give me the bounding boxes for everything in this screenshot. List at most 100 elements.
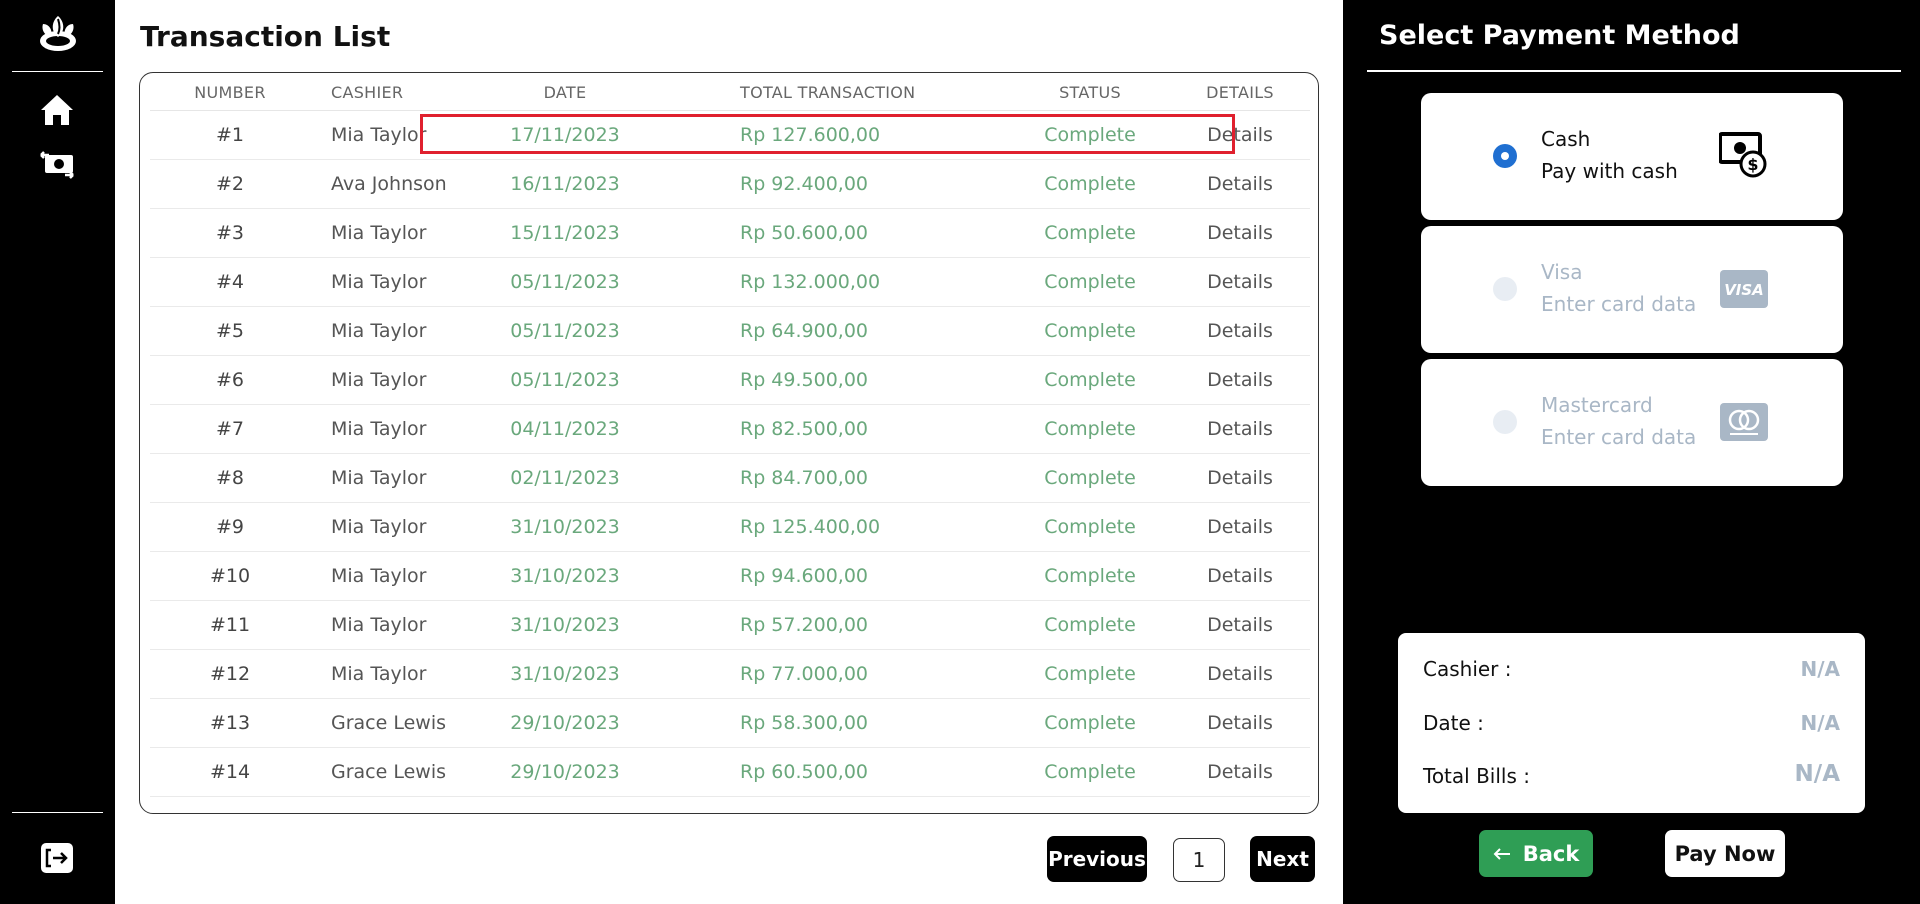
row-details-link[interactable]: Details <box>1170 565 1310 587</box>
table-row[interactable]: #5 Mia Taylor 05/11/2023 Rp 64.900,00 Comple… <box>150 307 1310 356</box>
next-button[interactable]: Next <box>1250 836 1315 882</box>
row-details-link[interactable]: Details <box>1170 712 1310 734</box>
mastercard-radio[interactable] <box>1493 410 1517 434</box>
visa-icon: VISA <box>1719 262 1769 316</box>
row-status: Complete <box>1044 761 1136 783</box>
row-details-link[interactable]: Details <box>1170 418 1310 440</box>
total-bills-label: Total Bills : <box>1423 764 1530 788</box>
row-cashier: Mia Taylor <box>331 663 427 685</box>
row-details-link[interactable]: Details <box>1170 369 1310 391</box>
row-status: Complete <box>1044 712 1136 734</box>
row-cashier: Mia Taylor <box>331 320 427 342</box>
date-value: N/A <box>1800 711 1840 735</box>
row-number: #7 <box>215 418 244 440</box>
column-header-number: NUMBER <box>194 83 266 102</box>
table-row[interactable]: #10 Mia Taylor 31/10/2023 Rp 94.600,00 Compl… <box>150 552 1310 601</box>
row-total: Rp 60.500,00 <box>740 761 868 783</box>
row-status: Complete <box>1044 516 1136 538</box>
column-header-total: TOTAL TRANSACTION <box>740 83 916 102</box>
table-row[interactable]: #9 Mia Taylor 31/10/2023 Rp 125.400,00 Compl… <box>150 503 1310 552</box>
back-button[interactable]: Back <box>1479 830 1593 877</box>
payment-method-mastercard[interactable]: Mastercard Enter card data <box>1421 359 1843 486</box>
column-header-details: DETAILS <box>1206 83 1274 102</box>
row-number: #10 <box>209 565 251 587</box>
table-row[interactable]: #8 Mia Taylor 02/11/2023 Rp 84.700,00 Comple… <box>150 454 1310 503</box>
payment-method-visa[interactable]: Visa Enter card data VISA <box>1421 226 1843 353</box>
cashier-label: Cashier : <box>1423 657 1512 681</box>
row-date: 31/10/2023 <box>510 565 620 587</box>
table-row[interactable]: #2 Ava Johnson 16/11/2023 Rp 92.400,00 Compl… <box>150 160 1310 209</box>
row-details-link[interactable]: Details <box>1170 467 1310 489</box>
row-date: 31/10/2023 <box>510 663 620 685</box>
row-number: #2 <box>215 173 244 195</box>
row-status: Complete <box>1044 271 1136 293</box>
row-date: 04/11/2023 <box>510 418 620 440</box>
row-number: #5 <box>215 320 244 342</box>
table-row[interactable]: #13 Grace Lewis 29/10/2023 Rp 58.300,00 Comp… <box>150 699 1310 748</box>
table-row[interactable]: #12 Mia Taylor 31/10/2023 Rp 77.000,00 Compl… <box>150 650 1310 699</box>
payment-method-name: Visa <box>1541 260 1583 284</box>
row-total: Rp 64.900,00 <box>740 320 868 342</box>
back-label: Back <box>1522 841 1580 866</box>
table-row[interactable]: #11 Mia Taylor 31/10/2023 Rp 57.200,00 Compl… <box>150 601 1310 650</box>
row-cashier: Mia Taylor <box>331 614 427 636</box>
column-header-date: DATE <box>543 83 587 102</box>
payment-summary: Cashier : N/A Date : N/A Total Bills : N… <box>1398 633 1865 813</box>
mastercard-icon <box>1719 395 1769 449</box>
row-cashier: Mia Taylor <box>331 124 427 146</box>
row-status: Complete <box>1044 663 1136 685</box>
row-cashier: Mia Taylor <box>331 271 427 293</box>
row-date: 29/10/2023 <box>510 712 620 734</box>
table-row[interactable]: #6 Mia Taylor 05/11/2023 Rp 49.500,00 Comple… <box>150 356 1310 405</box>
cashier-value: N/A <box>1800 657 1840 681</box>
row-date: 05/11/2023 <box>510 320 620 342</box>
total-bills-value: N/A <box>1794 761 1840 787</box>
date-label: Date : <box>1423 711 1484 735</box>
table-row[interactable]: #4 Mia Taylor 05/11/2023 Rp 132.000,00 Compl… <box>150 258 1310 307</box>
row-date: 31/10/2023 <box>510 516 620 538</box>
row-status: Complete <box>1044 467 1136 489</box>
row-date: 17/11/2023 <box>510 124 620 146</box>
row-details-link[interactable]: Details <box>1170 124 1310 146</box>
row-cashier: Mia Taylor <box>331 418 427 440</box>
logout-icon[interactable] <box>36 838 78 878</box>
row-total: Rp 125.400,00 <box>740 516 881 538</box>
table-row[interactable]: #14 Grace Lewis 29/10/2023 Rp 60.500,00 Comp… <box>150 748 1310 797</box>
row-date: 05/11/2023 <box>510 369 620 391</box>
row-status: Complete <box>1044 173 1136 195</box>
previous-button[interactable]: Previous <box>1047 836 1147 882</box>
row-details-link[interactable]: Details <box>1170 320 1310 342</box>
row-number: #11 <box>209 614 251 636</box>
row-details-link[interactable]: Details <box>1170 663 1310 685</box>
row-number: #3 <box>215 222 244 244</box>
pay-now-button[interactable]: Pay Now <box>1665 830 1785 877</box>
row-details-link[interactable]: Details <box>1170 516 1310 538</box>
row-date: 31/10/2023 <box>510 614 620 636</box>
table-row[interactable]: #3 Mia Taylor 15/11/2023 Rp 50.600,00 Comple… <box>150 209 1310 258</box>
table-row[interactable]: #7 Mia Taylor 04/11/2023 Rp 82.500,00 Comple… <box>150 405 1310 454</box>
row-status: Complete <box>1044 565 1136 587</box>
row-details-link[interactable]: Details <box>1170 173 1310 195</box>
home-icon[interactable] <box>36 90 78 130</box>
row-total: Rp 127.600,00 <box>740 124 881 146</box>
payment-method-cash[interactable]: Cash Pay with cash $ <box>1421 93 1843 220</box>
row-cashier: Mia Taylor <box>331 222 427 244</box>
row-details-link[interactable]: Details <box>1170 614 1310 636</box>
row-total: Rp 94.600,00 <box>740 565 868 587</box>
row-cashier: Mia Taylor <box>331 565 427 587</box>
cash-radio[interactable] <box>1493 144 1517 168</box>
payment-divider <box>1367 70 1901 72</box>
row-details-link[interactable]: Details <box>1170 761 1310 783</box>
row-details-link[interactable]: Details <box>1170 222 1310 244</box>
sidebar-divider-bottom <box>12 812 103 813</box>
row-number: #4 <box>215 271 244 293</box>
row-total: Rp 84.700,00 <box>740 467 868 489</box>
row-details-link[interactable]: Details <box>1170 271 1310 293</box>
visa-radio[interactable] <box>1493 277 1517 301</box>
transaction-exchange-icon[interactable] <box>36 145 78 185</box>
page-number[interactable]: 1 <box>1173 838 1225 882</box>
svg-text:VISA: VISA <box>1724 281 1764 299</box>
table-row[interactable]: #1 Mia Taylor 17/11/2023 Rp 127.600,00 Compl… <box>150 111 1310 160</box>
payment-method-name: Mastercard <box>1541 393 1653 417</box>
row-cashier: Ava Johnson <box>331 173 447 195</box>
